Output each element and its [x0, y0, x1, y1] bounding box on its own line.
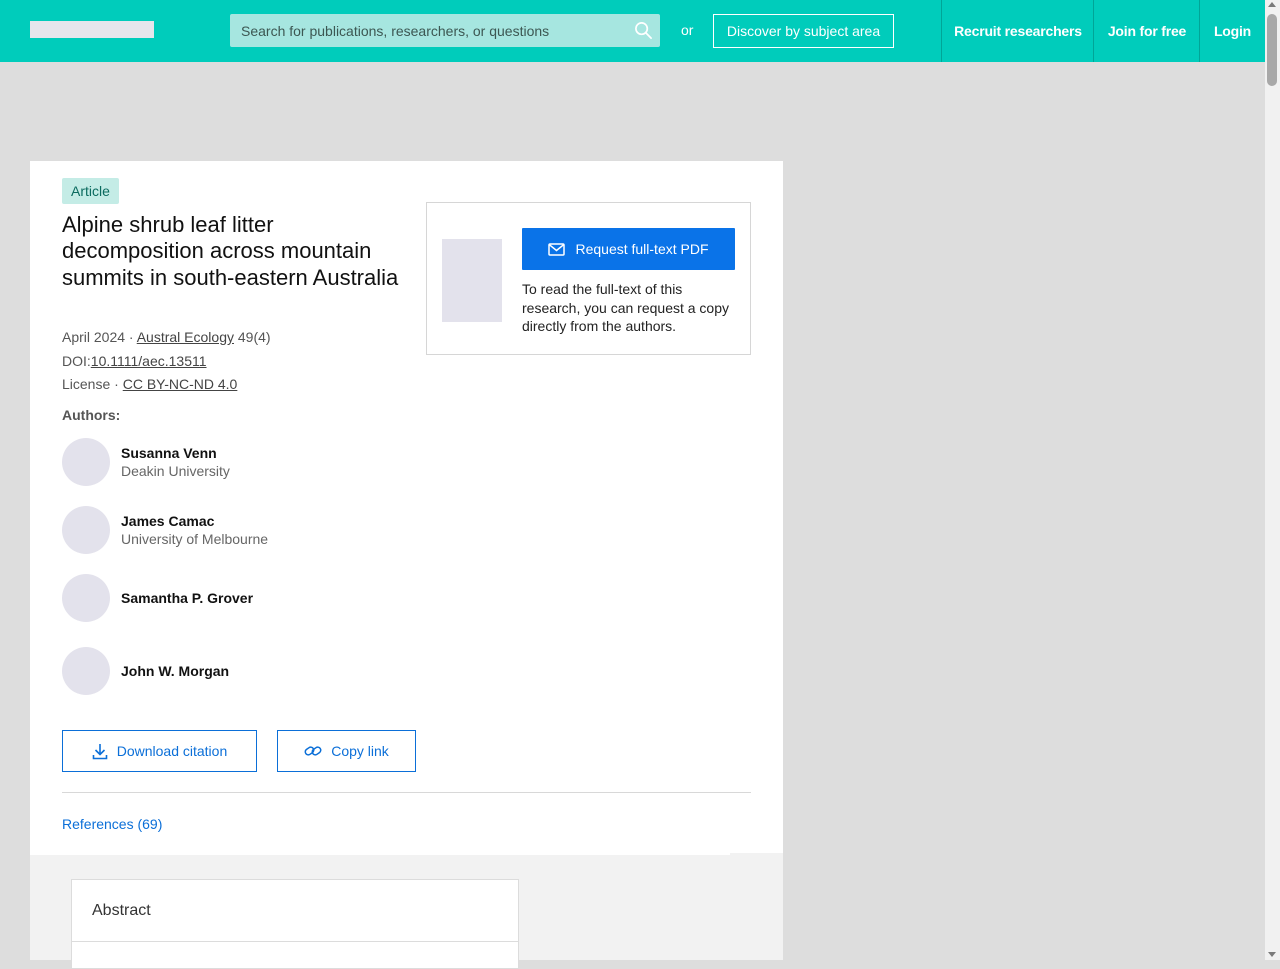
search-icon[interactable]: [634, 21, 653, 40]
publication-date: April 2024: [62, 329, 126, 345]
avatar[interactable]: [62, 438, 110, 486]
avatar[interactable]: [62, 506, 110, 554]
download-icon: [92, 743, 108, 759]
journal-link[interactable]: Austral Ecology: [137, 329, 234, 345]
doi-link[interactable]: 10.1111/aec.13511: [91, 353, 207, 369]
author-item[interactable]: Samantha P. Grover: [62, 574, 392, 622]
download-citation-button[interactable]: Download citation: [62, 730, 257, 772]
abstract-card: Abstract: [71, 879, 519, 969]
nav-recruit-researchers[interactable]: Recruit researchers: [941, 0, 1094, 62]
doi-info: DOI:10.1111/aec.13511: [62, 353, 207, 369]
article-title: Alpine shrub leaf litter decomposition a…: [62, 212, 399, 290]
avatar[interactable]: [62, 574, 110, 622]
page-scrollbar[interactable]: [1265, 0, 1280, 960]
authors-label: Authors:: [62, 407, 121, 423]
author-name[interactable]: Susanna Venn: [121, 445, 217, 461]
license-info: License · CC BY-NC-ND 4.0: [62, 376, 237, 392]
section-divider: [62, 792, 751, 793]
copy-link-label: Copy link: [331, 743, 389, 759]
license-link[interactable]: CC BY-NC-ND 4.0: [123, 376, 238, 392]
site-logo[interactable]: [30, 21, 154, 38]
request-fulltext-label: Request full-text PDF: [575, 241, 709, 257]
license-label: License: [62, 376, 111, 392]
link-icon: [304, 746, 322, 756]
scroll-down-arrow-icon[interactable]: [1268, 952, 1276, 957]
publication-info: April 2024 · Austral Ecology 49(4): [62, 329, 271, 345]
copy-link-button[interactable]: Copy link: [277, 730, 416, 772]
abstract-divider: [72, 941, 518, 942]
author-name[interactable]: James Camac: [121, 513, 214, 529]
author-item[interactable]: James Camac University of Melbourne: [62, 506, 392, 554]
author-name[interactable]: John W. Morgan: [121, 663, 229, 679]
author-name[interactable]: Samantha P. Grover: [121, 590, 253, 606]
request-fulltext-button[interactable]: Request full-text PDF: [522, 228, 735, 270]
request-description: To read the full-text of this research, …: [522, 281, 730, 334]
meta-separator: ·: [125, 329, 137, 345]
journal-issue: 49(4): [234, 329, 271, 345]
request-fulltext-panel: Request full-text PDF To read the full-t…: [426, 202, 751, 355]
author-item[interactable]: Susanna Venn Deakin University: [62, 438, 392, 486]
content-section-edge: [30, 853, 730, 855]
top-navigation-bar: or Discover by subject area Recruit rese…: [0, 0, 1265, 62]
search-box[interactable]: [230, 14, 660, 47]
author-item[interactable]: John W. Morgan: [62, 647, 392, 695]
discover-by-subject-button[interactable]: Discover by subject area: [713, 14, 894, 48]
references-tab[interactable]: References (69): [62, 816, 162, 832]
nav-join-for-free[interactable]: Join for free: [1093, 0, 1200, 62]
author-institution: University of Melbourne: [121, 531, 269, 547]
avatar[interactable]: [62, 647, 110, 695]
mail-icon: [548, 242, 566, 256]
article-type-badge: Article: [62, 178, 119, 204]
author-institution: Deakin University: [121, 463, 230, 479]
doi-label: DOI:: [62, 353, 91, 369]
scroll-thumb[interactable]: [1267, 14, 1277, 86]
download-citation-label: Download citation: [116, 743, 228, 759]
article-card: Article Alpine shrub leaf litter decompo…: [30, 161, 783, 853]
document-thumbnail: [442, 239, 502, 322]
abstract-heading: Abstract: [92, 902, 151, 919]
license-separator: ·: [110, 376, 123, 392]
search-input[interactable]: [230, 14, 630, 47]
or-text: or: [681, 22, 694, 38]
scroll-up-arrow-icon[interactable]: [1268, 2, 1276, 7]
nav-login[interactable]: Login: [1199, 0, 1265, 62]
